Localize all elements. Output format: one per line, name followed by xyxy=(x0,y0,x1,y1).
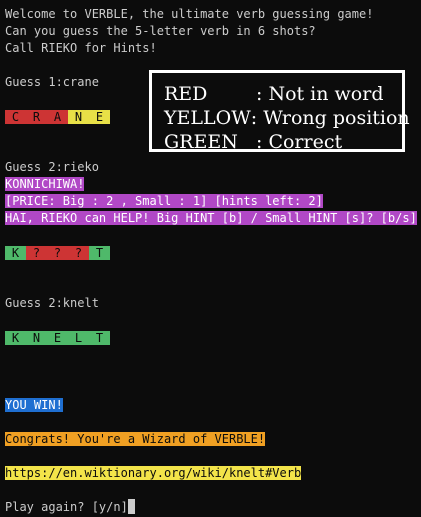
congrats-message: Congrats! You're a Wizard of VERBLE! xyxy=(5,432,266,446)
wiktionary-link[interactable]: https://en.wiktionary.org/wiki/knelt#Ver… xyxy=(5,466,302,480)
letter-tile: T xyxy=(89,330,110,345)
letter-tile: N xyxy=(26,330,47,345)
letter-tile: ? xyxy=(68,245,89,260)
text-cursor xyxy=(127,499,135,514)
letter-tile: A xyxy=(47,109,68,124)
intro-line-rules: Can you guess the 5-letter verb in 6 sho… xyxy=(5,24,316,38)
legend-row-red: RED : Not in word xyxy=(164,82,402,106)
letter-tile: E xyxy=(47,330,68,345)
hint-greeting: KONNICHIWA! xyxy=(5,177,85,191)
letter-tile: ? xyxy=(26,245,47,260)
hint-prompt: HAI, RIEKO can HELP! Big HINT [b] / Smal… xyxy=(5,211,417,225)
letter-tile: ? xyxy=(47,245,68,260)
guess-3-tiles: KNELT xyxy=(5,329,419,346)
legend-value-red: : Not in word xyxy=(256,83,384,105)
legend-value-green: : Correct xyxy=(256,131,343,153)
guess-3-label: Guess 2:knelt xyxy=(5,296,99,310)
letter-tile: R xyxy=(26,109,47,124)
letter-tile: K xyxy=(5,245,26,260)
color-legend: RED : Not in word YELLOW : Wrong positio… xyxy=(149,70,410,154)
legend-key-yellow: YELLOW xyxy=(164,107,251,129)
letter-tile: L xyxy=(68,330,89,345)
legend-row-yellow: YELLOW : Wrong position xyxy=(164,106,410,130)
letter-tile: K xyxy=(5,330,26,345)
letter-tile: N xyxy=(68,109,89,124)
play-again-prompt: Play again? [y/n] xyxy=(5,500,128,514)
hint-user-input: b xyxy=(417,211,421,225)
letter-tile: E xyxy=(89,109,110,124)
legend-key-green: GREEN xyxy=(164,131,238,153)
legend-key-red: RED xyxy=(164,83,208,105)
intro-line-welcome: Welcome to VERBLE, the ultimate verb gue… xyxy=(5,7,374,21)
guess-2-tiles: K??? T xyxy=(5,244,419,261)
guess-2-label: Guess 2:rieko xyxy=(5,160,99,174)
hint-price-info: [PRICE: Big : 2 , Small : 1] [hints left… xyxy=(5,194,323,208)
letter-tile: T xyxy=(89,245,110,260)
win-message: YOU WIN! xyxy=(5,398,63,412)
legend-value-yellow: : Wrong position xyxy=(250,107,410,129)
legend-row-green: GREEN : Correct xyxy=(164,130,402,154)
play-again-line[interactable]: Play again? [y/n] xyxy=(5,499,419,516)
letter-tile: C xyxy=(5,109,26,124)
intro-line-hints: Call RIEKO for Hints! xyxy=(5,41,157,55)
